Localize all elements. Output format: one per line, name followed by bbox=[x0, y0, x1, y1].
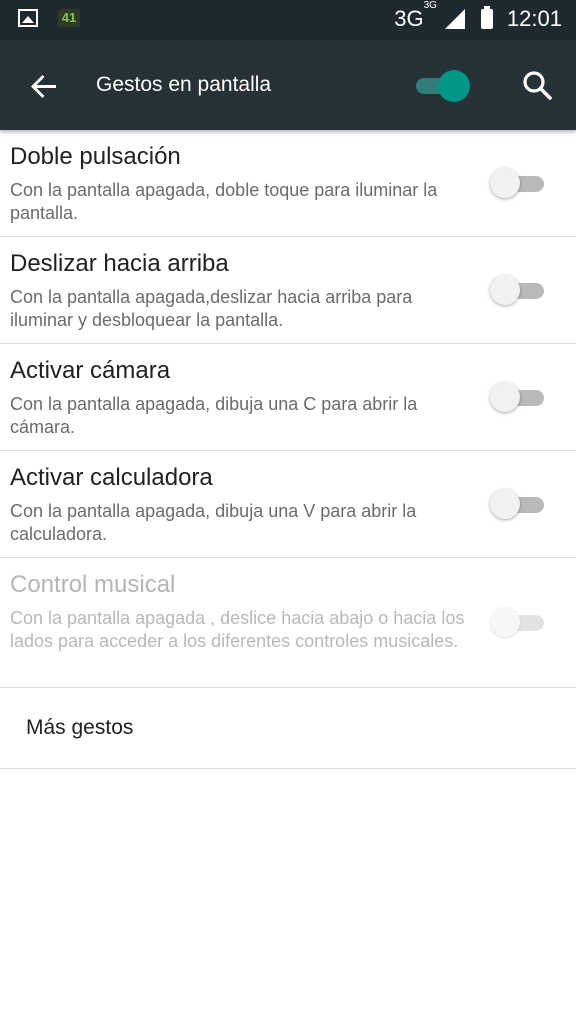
status-left: 41 bbox=[18, 9, 80, 27]
setting-row-music-control: Control musical Con la pantalla apagada … bbox=[0, 558, 576, 688]
setting-description: Con la pantalla apagada , deslice hacia … bbox=[10, 608, 465, 651]
setting-description: Con la pantalla apagada,deslizar hacia a… bbox=[10, 287, 413, 330]
network-label: 3G bbox=[394, 6, 424, 31]
setting-row-swipe-up[interactable]: Deslizar hacia arriba Con la pantalla ap… bbox=[0, 237, 576, 344]
more-gestures-label: Más gestos bbox=[26, 716, 134, 739]
master-switch-thumb bbox=[438, 70, 470, 102]
setting-title: Deslizar hacia arriba bbox=[10, 250, 229, 277]
switch-thumb bbox=[490, 275, 520, 305]
setting-row-double-tap[interactable]: Doble pulsación Con la pantalla apagada,… bbox=[0, 130, 576, 237]
network-type: 3G3G bbox=[394, 0, 437, 32]
camera-switch[interactable] bbox=[490, 381, 546, 413]
status-bar: 41 3G3G 12:01 bbox=[0, 0, 576, 40]
clock: 12:01 bbox=[506, 6, 562, 31]
double-tap-switch[interactable] bbox=[490, 167, 546, 199]
app-bar: Gestos en pantalla bbox=[0, 40, 576, 130]
switch-thumb bbox=[490, 168, 520, 198]
master-switch[interactable] bbox=[414, 70, 470, 102]
switch-thumb bbox=[490, 382, 520, 412]
setting-title: Activar cámara bbox=[10, 357, 171, 384]
signal-icon bbox=[444, 9, 465, 29]
calculator-switch[interactable] bbox=[490, 488, 546, 520]
battery-icon bbox=[480, 6, 493, 29]
notification-app-icon: 41 bbox=[58, 9, 80, 27]
back-arrow-icon[interactable] bbox=[26, 68, 62, 104]
swipe-up-switch[interactable] bbox=[490, 274, 546, 306]
setting-description: Con la pantalla apagada, doble toque par… bbox=[10, 180, 438, 223]
music-control-switch bbox=[490, 606, 546, 638]
switch-thumb bbox=[490, 489, 520, 519]
setting-row-calculator[interactable]: Activar calculadora Con la pantalla apag… bbox=[0, 451, 576, 558]
image-icon bbox=[18, 9, 38, 27]
setting-row-camera[interactable]: Activar cámara Con la pantalla apagada, … bbox=[0, 344, 576, 451]
network-label-small: 3G bbox=[423, 0, 437, 11]
notification-badge: 41 bbox=[61, 10, 77, 25]
setting-description: Con la pantalla apagada, dibuja una V pa… bbox=[10, 501, 417, 544]
setting-title: Control musical bbox=[10, 571, 176, 598]
status-right: 3G3G 12:01 bbox=[394, 0, 562, 32]
setting-title: Activar calculadora bbox=[10, 464, 213, 491]
page-title: Gestos en pantalla bbox=[96, 73, 272, 96]
setting-title: Doble pulsación bbox=[10, 143, 181, 170]
switch-thumb bbox=[490, 607, 520, 637]
search-icon[interactable] bbox=[520, 68, 554, 102]
more-gestures-item[interactable]: Más gestos bbox=[0, 686, 576, 769]
setting-description: Con la pantalla apagada, dibuja una C pa… bbox=[10, 394, 418, 437]
gesture-settings-list: Doble pulsación Con la pantalla apagada,… bbox=[0, 130, 576, 688]
